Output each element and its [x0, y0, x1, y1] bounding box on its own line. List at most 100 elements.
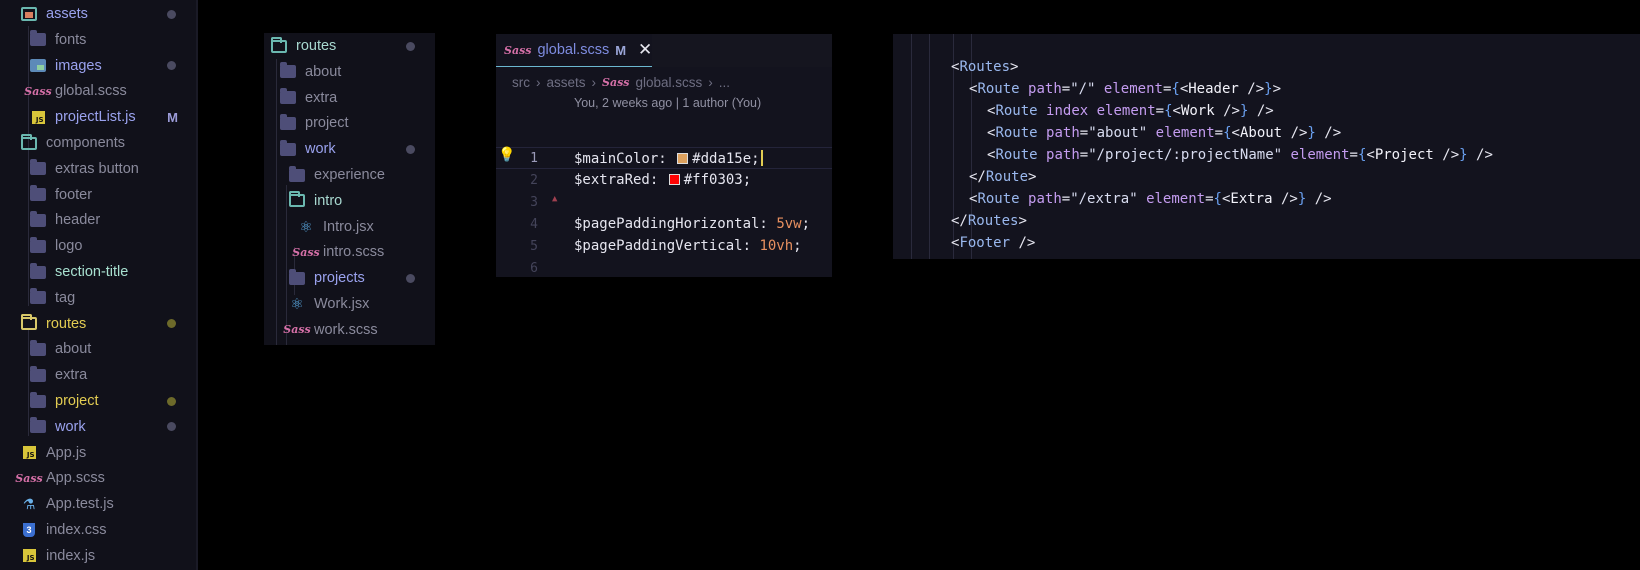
- tree-item-work[interactable]: work: [264, 136, 435, 162]
- tree-item-work-jsx[interactable]: ⚛ Work.jsx: [264, 291, 435, 317]
- tree-item-fonts[interactable]: fonts: [0, 27, 196, 53]
- tree-item-section-title[interactable]: section-title: [0, 259, 196, 285]
- tree-item-label: index.css: [46, 522, 107, 538]
- tree-item-label: experience: [314, 167, 385, 183]
- chevron-right-icon: ›: [591, 74, 597, 90]
- git-status-dot: [167, 61, 176, 71]
- jsx-token-attr: element: [1290, 147, 1350, 163]
- scss-variable-name: $pagePaddingHorizontal:: [574, 216, 768, 232]
- routes-explorer-panel: routes about extra project work experience int…: [264, 33, 435, 345]
- jsx-token-tagname: Route: [977, 81, 1020, 97]
- color-swatch[interactable]: [668, 174, 680, 185]
- code-line: 4 $pagePaddingHorizontal: 5vw;: [496, 213, 832, 235]
- tab-global-scss[interactable]: Sass global.scss M ✕: [496, 34, 652, 67]
- jsx-token-str: "/": [1070, 81, 1096, 97]
- jsx-token-brace: {: [1171, 81, 1180, 97]
- code-line: </Routes >: [951, 210, 1027, 232]
- tree-item-label: work: [305, 141, 336, 158]
- close-icon[interactable]: ✕: [638, 40, 652, 60]
- tree-item-project[interactable]: project: [264, 110, 435, 136]
- git-blame-annotation[interactable]: You, 2 weeks ago | 1 author (You): [574, 96, 761, 110]
- tree-item-label: extra: [305, 89, 338, 106]
- tree-item-header[interactable]: header: [0, 207, 196, 233]
- breadcrumb-item[interactable]: global.scss: [636, 75, 703, 90]
- tree-item-projectlist-js[interactable]: JS projectList.js M: [0, 104, 196, 130]
- jsx-token-brace: {: [1357, 147, 1367, 163]
- jsx-token-brace: }: [1297, 191, 1307, 207]
- jsx-token-tag: <: [1221, 191, 1231, 207]
- tree-item-app-scss[interactable]: Sass App.scss: [0, 465, 196, 491]
- breadcrumb-item[interactable]: src: [512, 75, 530, 90]
- jsx-token-tag: <: [969, 191, 978, 207]
- tree-item-app-test-js[interactable]: ⚗ App.test.js: [0, 491, 196, 517]
- tree-item-global-scss[interactable]: Sass global.scss: [0, 78, 196, 104]
- git-status-dot: [167, 422, 176, 432]
- jsx-token-tag: <: [1231, 125, 1240, 141]
- tree-item-work-scss[interactable]: Sass work.scss: [264, 317, 435, 343]
- color-swatch[interactable]: [677, 152, 689, 164]
- tree-item-extra[interactable]: extra: [0, 362, 196, 388]
- breadcrumb: src › assets › Sass global.scss ›...: [512, 72, 730, 92]
- jsx-token-tag: <: [987, 103, 996, 119]
- jsx-token-tag: =: [1061, 191, 1071, 207]
- tree-item-routes[interactable]: routes: [0, 311, 196, 337]
- jsx-token-brace: {: [1164, 103, 1173, 119]
- tree-item-experience[interactable]: experience: [264, 162, 435, 188]
- tree-item-label: projects: [314, 270, 365, 287]
- jsx-token-tag: />: [1280, 191, 1298, 207]
- jsx-token-tag: <: [1172, 103, 1181, 119]
- tree-item-images[interactable]: images: [0, 53, 196, 79]
- tree-item-components[interactable]: components: [0, 130, 196, 156]
- tree-item-intro-jsx[interactable]: ⚛ Intro.jsx: [264, 214, 435, 240]
- jsx-token-attr: path: [1028, 191, 1062, 207]
- tree-item-label: routes: [46, 315, 87, 332]
- tree-item-project[interactable]: project: [0, 388, 196, 414]
- assets-folder-open-icon: [20, 6, 38, 22]
- jsx-token-tag: />: [1290, 125, 1308, 141]
- breadcrumb-item[interactable]: assets: [547, 75, 586, 90]
- code-line: 6: [496, 257, 832, 277]
- tree-item-extras-button[interactable]: extras button: [0, 156, 196, 182]
- line-number: 6: [530, 260, 538, 276]
- jsx-token-attr: element: [1146, 191, 1206, 207]
- tree-item-logo[interactable]: logo: [0, 233, 196, 259]
- jsx-token-tag: =: [1214, 125, 1224, 141]
- tree-item-assets[interactable]: assets: [0, 1, 196, 27]
- scss-editor: Sass global.scss M ✕ src › assets › Sass glob…: [496, 34, 832, 277]
- tree-item-label: extras button: [55, 160, 139, 177]
- tree-item-label: projectList.js: [55, 109, 136, 126]
- tree-item-projects[interactable]: projects: [264, 265, 435, 291]
- tree-item-work[interactable]: work: [0, 414, 196, 440]
- jsx-token-tag: <: [1366, 147, 1375, 163]
- tree-item-routes[interactable]: routes: [264, 33, 435, 59]
- tree-item-footer[interactable]: footer: [0, 182, 196, 208]
- jsx-token-comp: Header: [1188, 81, 1239, 97]
- tree-item-tag[interactable]: tag: [0, 285, 196, 311]
- breadcrumb-item[interactable]: ...: [719, 75, 730, 90]
- test-icon: ⚗: [22, 495, 36, 512]
- jsx-token-str: "/extra": [1070, 191, 1138, 207]
- tree-item-intro[interactable]: intro: [264, 188, 435, 214]
- jsx-token-tag: />: [1247, 81, 1265, 97]
- sass-icon: Sass: [15, 471, 43, 485]
- tree-item-about[interactable]: about: [264, 59, 435, 85]
- tree-item-app-js[interactable]: JS App.js: [0, 440, 196, 466]
- tree-item-intro-scss[interactable]: Sass intro.scss: [264, 239, 435, 265]
- folder-open-yellow-icon: [20, 314, 38, 332]
- jsx-token-tag: =: [1162, 81, 1172, 97]
- jsx-token-tag: >: [1272, 81, 1281, 97]
- jsx-token-brace: {: [1223, 125, 1232, 141]
- jsx-token-tagname: Routes: [967, 213, 1019, 229]
- tree-item-index-css[interactable]: 3 index.css: [0, 517, 196, 543]
- tree-item-extra[interactable]: extra: [264, 85, 435, 111]
- folder-icon: [279, 88, 297, 106]
- jsx-token-tag: =: [1349, 147, 1358, 163]
- tree-item-index-js[interactable]: JS index.js: [0, 543, 196, 569]
- tree-item-about[interactable]: about: [0, 336, 196, 362]
- code-line: 1 $mainColor: #dda15e;: [496, 147, 832, 169]
- jsx-token-tag: </: [969, 169, 986, 185]
- code-line: < Route path = "/project/:projectName" elem…: [987, 144, 1493, 166]
- tree-item-label: section-title: [55, 264, 129, 280]
- jsx-token-attr: path: [1028, 81, 1062, 97]
- chevron-right-icon: ›: [536, 74, 541, 90]
